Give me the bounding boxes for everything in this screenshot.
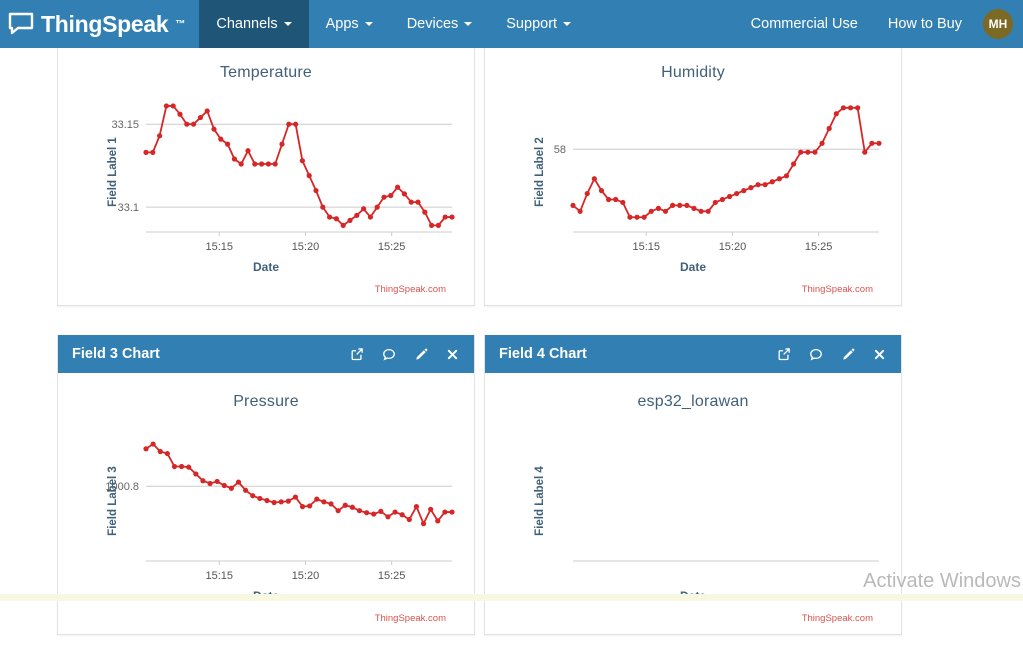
- chart-humidity: Humidity Field Label 2 58 15:15 15:20 15:25…: [495, 52, 891, 295]
- card-body-field-2: Humidity Field Label 2 58 15:15 15:20 15:25…: [485, 44, 901, 305]
- close-icon[interactable]: [445, 347, 460, 362]
- chart-grid: Field 1 Chart Temperature Field Label 1 …: [57, 34, 967, 664]
- card-title-field-4: Field 4 Chart: [499, 346, 587, 362]
- thingspeak-logo[interactable]: ThingSpeak ™: [0, 0, 199, 48]
- card-header-field-3: Field 3 Chart: [58, 335, 474, 373]
- plot-temperature[interactable]: Field Label 1 33.15 33.1 15:15 15:20 15:25: [68, 84, 464, 259]
- page-root: Field 1 Chart Temperature Field Label 1 …: [0, 0, 1023, 635]
- attribution-temperature: ThingSpeak.com: [374, 284, 446, 295]
- plot-esp32-lorawan[interactable]: Field Label 4: [495, 413, 891, 588]
- avatar[interactable]: MH: [983, 9, 1013, 39]
- y-axis-label-field4: Field Label 4: [533, 465, 546, 536]
- nav-items: Channels Apps Devices Support: [199, 0, 588, 48]
- attribution-humidity: ThingSpeak.com: [801, 284, 873, 295]
- external-link-icon[interactable]: [349, 347, 364, 362]
- nav-item-channels[interactable]: Channels: [199, 0, 309, 48]
- chart-column-left: Field 1 Chart Temperature Field Label 1 …: [57, 34, 475, 335]
- svg-text:58: 58: [554, 144, 566, 156]
- svg-text:15:20: 15:20: [292, 241, 320, 253]
- card-field-2: Field 2 Chart Humidity Field Label 2 581…: [484, 34, 902, 306]
- close-icon[interactable]: [872, 347, 887, 362]
- svg-text:15:20: 15:20: [292, 570, 320, 582]
- nav-item-apps-label: Apps: [325, 16, 359, 32]
- y-axis-label-field1: Field Label 1: [106, 136, 119, 207]
- chart-column-left-2: Field 3 Chart Pressure Field Label 3 100…: [57, 335, 475, 664]
- svg-text:33.15: 33.15: [111, 119, 139, 131]
- nav-item-apps[interactable]: Apps: [309, 0, 390, 48]
- top-navigation-bar: ThingSpeak ™ Channels Apps Devices Suppo…: [0, 0, 1023, 48]
- speech-bubble-logo-icon: [8, 12, 34, 35]
- card-field-3: Field 3 Chart Pressure Field Label 3 100…: [57, 335, 475, 635]
- chart-esp32-lorawan: esp32_lorawan Field Label 4 Date ThingSp…: [495, 381, 891, 624]
- card-tools-field-3: [349, 347, 460, 362]
- nav-right-group: Commercial Use How to Buy MH: [736, 0, 1023, 48]
- svg-text:15:25: 15:25: [378, 241, 406, 253]
- chart-temperature: Temperature Field Label 1 33.15 33.1 15:15…: [68, 52, 464, 295]
- card-body-field-1: Temperature Field Label 1 33.15 33.1 15:15…: [58, 44, 474, 305]
- plot-svg-esp32-lorawan[interactable]: [495, 413, 891, 588]
- chart-row-1: Field 1 Chart Temperature Field Label 1 …: [57, 34, 967, 335]
- comment-icon[interactable]: [381, 347, 396, 362]
- plot-svg-temperature[interactable]: 33.15 33.1 15:15 15:20 15:25: [68, 84, 464, 259]
- plot-humidity[interactable]: Field Label 2 58 15:15 15:20 15:25: [495, 84, 891, 259]
- bottom-strip: [0, 594, 1023, 601]
- attribution-pressure: ThingSpeak.com: [374, 613, 446, 624]
- external-link-icon[interactable]: [776, 347, 791, 362]
- svg-text:15:15: 15:15: [206, 241, 234, 253]
- pencil-icon[interactable]: [413, 347, 428, 362]
- chart-column-right-2: Field 4 Chart esp32_lorawan Field Label …: [484, 335, 902, 664]
- brand-name: ThingSpeak: [41, 10, 169, 37]
- left-gutter: [0, 48, 57, 601]
- card-field-1: Field 1 Chart Temperature Field Label 1 …: [57, 34, 475, 306]
- card-field-4: Field 4 Chart esp32_lorawan Field Label …: [484, 335, 902, 635]
- svg-text:33.1: 33.1: [118, 202, 139, 214]
- y-axis-label-field2: Field Label 2: [533, 136, 546, 207]
- svg-text:15:25: 15:25: [378, 570, 406, 582]
- comment-icon[interactable]: [808, 347, 823, 362]
- chart-row-2: Field 3 Chart Pressure Field Label 3 100…: [57, 335, 967, 664]
- chart-title-humidity: Humidity: [661, 64, 725, 81]
- chevron-down-icon: [283, 22, 292, 26]
- plot-svg-humidity[interactable]: 58 15:15 15:20 15:25: [495, 84, 891, 259]
- plot-pressure[interactable]: Field Label 3 1000.8 15:15 15:20 15:25: [68, 413, 464, 588]
- svg-text:15:15: 15:15: [206, 570, 234, 582]
- nav-item-channels-label: Channels: [216, 16, 278, 32]
- card-tools-field-4: [776, 347, 887, 362]
- card-header-field-4: Field 4 Chart: [485, 335, 901, 373]
- svg-text:15:15: 15:15: [633, 241, 661, 253]
- nav-item-devices[interactable]: Devices: [390, 0, 490, 48]
- nav-item-support[interactable]: Support: [489, 0, 588, 48]
- chevron-down-icon: [464, 22, 473, 26]
- plot-svg-pressure[interactable]: 1000.815:15 15:20 15:25: [68, 413, 464, 588]
- pencil-icon[interactable]: [840, 347, 855, 362]
- nav-item-support-label: Support: [506, 16, 558, 32]
- x-axis-label-temperature: Date: [252, 260, 279, 274]
- chart-title-temperature: Temperature: [219, 64, 313, 81]
- brand-trademark: ™: [175, 18, 186, 30]
- chart-title-pressure: Pressure: [233, 393, 299, 410]
- svg-text:15:20: 15:20: [719, 241, 747, 253]
- chevron-down-icon: [563, 22, 572, 26]
- chart-pressure: Pressure Field Label 3 1000.8 15:15 15:20 1…: [68, 381, 464, 624]
- svg-text:15:25: 15:25: [805, 241, 833, 253]
- y-axis-label-field3: Field Label 3: [106, 465, 119, 536]
- nav-item-commercial-use[interactable]: Commercial Use: [736, 16, 873, 32]
- card-title-field-3: Field 3 Chart: [72, 346, 160, 362]
- nav-item-how-to-buy[interactable]: How to Buy: [873, 16, 977, 32]
- nav-item-devices-label: Devices: [406, 16, 459, 32]
- attribution-esp32-lorawan: ThingSpeak.com: [801, 613, 873, 624]
- chart-column-right: Field 2 Chart Humidity Field Label 2 581…: [484, 34, 902, 335]
- chart-title-esp32-lorawan: esp32_lorawan: [637, 393, 749, 410]
- x-axis-label-humidity: Date: [679, 260, 706, 274]
- chevron-down-icon: [364, 22, 373, 26]
